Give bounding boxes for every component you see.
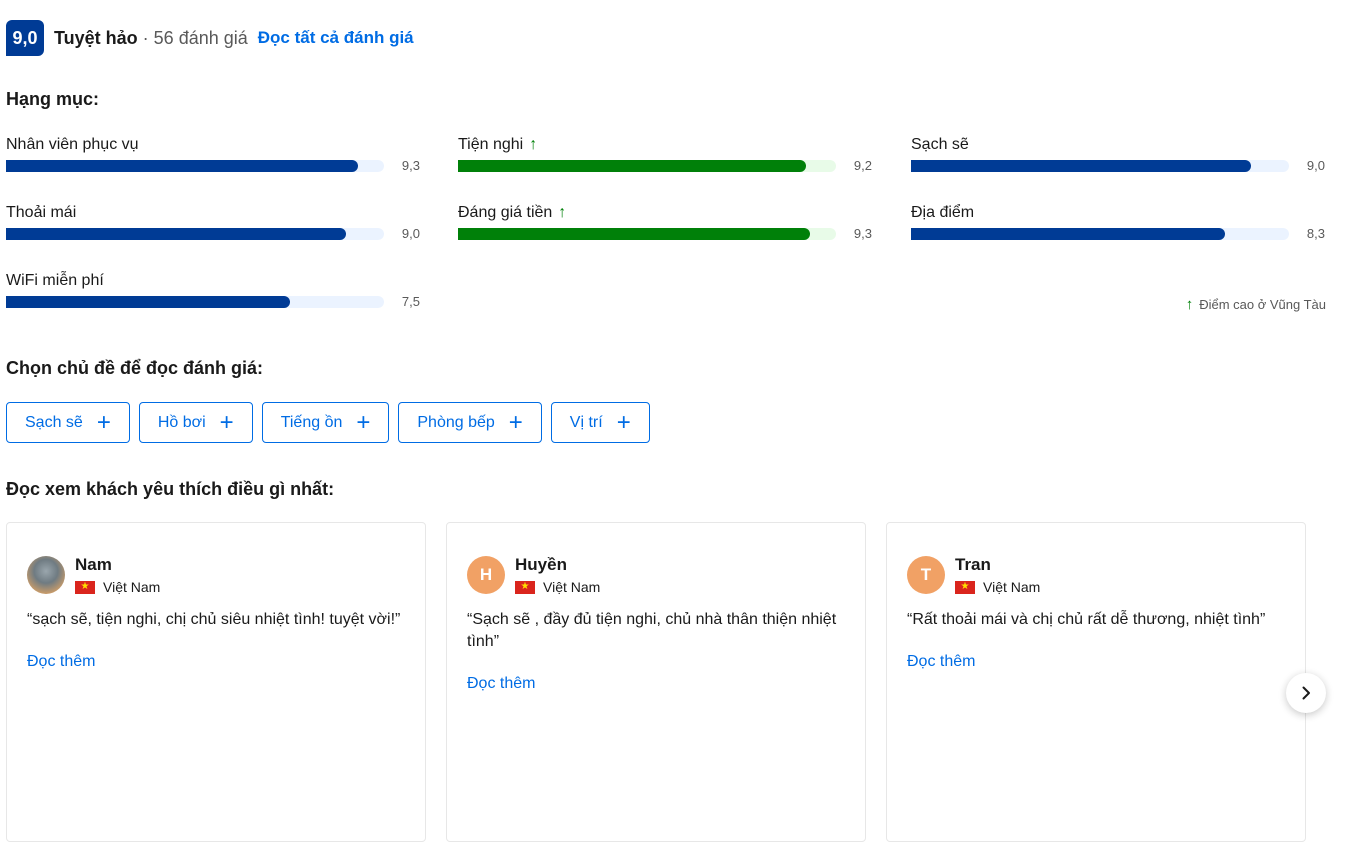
topic-filter-list: Sạch sẽ + Hồ bơi + Tiếng ồn + Phòng bếp + Vị… (6, 402, 650, 443)
topic-cleanliness-button[interactable]: Sạch sẽ + (6, 402, 130, 443)
topic-label: Hồ bơi (157, 413, 206, 431)
separator-dot: · (142, 27, 149, 48)
topics-heading: Chọn chủ đề để đọc đánh giá: (6, 358, 264, 378)
category-label: WiFi miễn phí (6, 272, 104, 289)
loved-heading: Đọc xem khách yêu thích điều gì nhất: (6, 479, 335, 499)
category-label: Nhân viên phục vụ (6, 136, 139, 153)
category-label: Địa điểm (911, 204, 975, 221)
score-bar-track (6, 160, 384, 172)
reviewer-name: Tran (955, 555, 991, 574)
vietnam-flag-icon: ★ (955, 580, 975, 594)
review-card: Nam ★ Việt Nam “sạch sẽ, tiện nghi, chị c… (6, 522, 426, 842)
plus-icon: + (219, 408, 234, 436)
score-bar-track (911, 228, 1289, 240)
avatar: H (467, 556, 505, 594)
category-label: Đáng giá tiền (458, 204, 553, 221)
vietnam-flag-icon: ★ (515, 580, 535, 594)
plus-icon: + (96, 408, 111, 436)
topic-label: Sạch sẽ (25, 413, 83, 431)
local-high-score-note: ↑ Điểm cao ở Vũng Tàu (1186, 296, 1326, 313)
topic-pool-button[interactable]: Hồ bơi + (138, 402, 253, 443)
category-score: 9,3 (853, 226, 872, 241)
category-score: 9,0 (1306, 158, 1325, 173)
review-card: H Huyền ★ Việt Nam “Sạch sẽ , đầy đủ tiện… (446, 522, 866, 842)
review-quote: “Sạch sẽ , đầy đủ tiện nghi, chủ nhà thâ… (467, 611, 837, 650)
review-summary: 9,0 Tuyệt hảo · 56 đánh giá Đọc tất cả đ… (6, 20, 414, 56)
topic-label: Phòng bếp (417, 413, 495, 431)
topic-location-button[interactable]: Vị trí + (550, 402, 650, 443)
score-bar-track (458, 228, 836, 240)
categories-heading: Hạng mục: (6, 89, 100, 109)
category-value: Đáng giá tiền ↑ 9,3 (458, 202, 872, 241)
vietnam-flag-icon: ★ (75, 580, 95, 594)
read-more-link[interactable]: Đọc thêm (907, 653, 975, 671)
score-bar-track (911, 160, 1289, 172)
score-bar-fill (458, 160, 806, 172)
category-score: 9,2 (853, 158, 872, 173)
score-bar-track (6, 228, 384, 240)
score-bar-fill (911, 228, 1225, 240)
reviewer-name: Huyền (515, 555, 567, 574)
category-comfort: Thoải mái 9,0 (6, 202, 420, 241)
score-bar-fill (6, 296, 290, 308)
score-label: Tuyệt hảo (54, 27, 138, 48)
avatar (27, 556, 65, 594)
plus-icon: + (508, 408, 523, 436)
reviewer-country: Việt Nam (103, 579, 161, 595)
plus-icon: + (356, 408, 371, 436)
local-note-text: Điểm cao ở Vũng Tàu (1199, 297, 1326, 312)
score-badge: 9,0 (6, 20, 44, 56)
review-card: T Tran ★ Việt Nam “Rất thoải mái và chị c… (886, 522, 1306, 842)
arrow-up-icon: ↑ (558, 204, 567, 221)
read-more-link[interactable]: Đọc thêm (467, 675, 535, 693)
score-bar-fill (6, 160, 358, 172)
review-quote: “sạch sẽ, tiện nghi, chị chủ siêu nhiệt … (27, 611, 401, 628)
plus-icon: + (616, 408, 631, 436)
category-score: 9,3 (401, 158, 420, 173)
carousel-next-button[interactable] (1286, 673, 1326, 713)
topic-kitchen-button[interactable]: Phòng bếp + (398, 402, 542, 443)
category-cleanliness: Sạch sẽ 9,0 (911, 134, 1325, 173)
reviewer-name: Nam (75, 555, 112, 574)
score-bar-fill (6, 228, 347, 240)
review-count: 56 đánh giá (153, 27, 248, 48)
category-wifi: WiFi miễn phí 7,5 (6, 270, 420, 309)
read-all-reviews-link[interactable]: Đọc tất cả đánh giá (258, 28, 414, 48)
topic-label: Vị trí (569, 413, 603, 431)
category-label: Thoải mái (6, 204, 77, 221)
reviewer-country: Việt Nam (983, 579, 1041, 595)
category-facilities: Tiện nghi ↑ 9,2 (458, 134, 872, 173)
arrow-up-icon: ↑ (529, 136, 538, 153)
score-bar-fill (911, 160, 1252, 172)
reviewer-country: Việt Nam (543, 579, 601, 595)
category-location: Địa điểm 8,3 (911, 202, 1325, 241)
score-bar-fill (458, 228, 810, 240)
category-score: 8,3 (1306, 226, 1325, 241)
category-staff: Nhân viên phục vụ 9,3 (6, 134, 420, 173)
category-label: Sạch sẽ (911, 136, 969, 153)
topic-label: Tiếng ồn (280, 413, 343, 431)
chevron-right-icon (1302, 686, 1310, 700)
category-score: 9,0 (401, 226, 420, 241)
category-label: Tiện nghi (458, 136, 524, 153)
arrow-up-icon: ↑ (1185, 296, 1194, 313)
score-bar-track (458, 160, 836, 172)
avatar: T (907, 556, 945, 594)
topic-noise-button[interactable]: Tiếng ồn + (261, 402, 390, 443)
score-bar-track (6, 296, 384, 308)
review-quote: “Rất thoải mái và chị chủ rất dễ thương,… (907, 611, 1266, 628)
read-more-link[interactable]: Đọc thêm (27, 653, 95, 671)
category-score: 7,5 (401, 294, 420, 309)
